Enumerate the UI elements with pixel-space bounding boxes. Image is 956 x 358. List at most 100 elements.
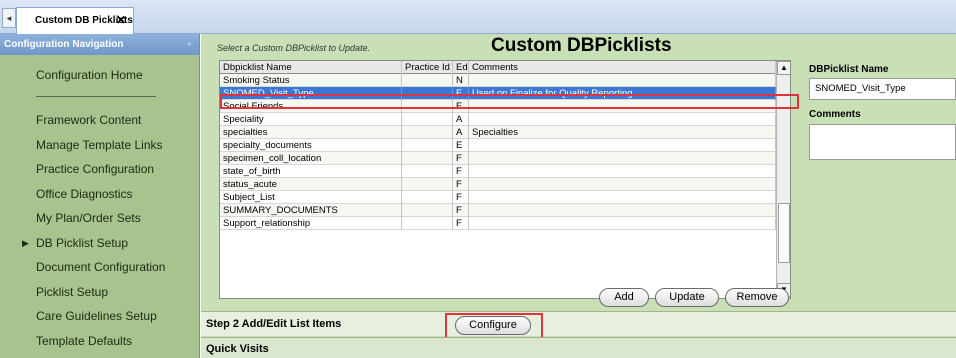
cell-practice-id	[402, 74, 453, 87]
table-row[interactable]: state_of_birth F	[220, 165, 776, 178]
cell-name: specialty_documents	[220, 139, 402, 152]
table-row[interactable]: Subject_List F	[220, 191, 776, 204]
cell-comments: Used on Finalize for Quality Reporting	[469, 87, 776, 100]
tab-custom-db-picklists[interactable]: Custom DB Picklists ✕	[16, 7, 134, 34]
close-icon[interactable]: ✕	[116, 8, 126, 33]
picklist-name-field[interactable]: SNOMED_Visit_Type	[809, 78, 956, 100]
cell-comments	[469, 217, 776, 230]
nav-item-label: Document Configuration	[36, 260, 166, 274]
table-row[interactable]: Support_relationship F	[220, 217, 776, 230]
cell-practice-id	[402, 126, 453, 139]
quick-visits-label: Quick Visits	[206, 343, 269, 355]
cell-practice-id	[402, 178, 453, 191]
column-header-practice-id[interactable]: Practice Id	[402, 61, 453, 74]
cell-name: status_acute	[220, 178, 402, 191]
cell-comments	[469, 152, 776, 165]
expand-arrow-icon: ▶	[22, 238, 29, 248]
cell-name: Support_relationship	[220, 217, 402, 230]
grid-scrollbar[interactable]: ▲ ▼	[776, 61, 790, 298]
cell-comments	[469, 139, 776, 152]
scroll-up-icon[interactable]: ▲	[777, 61, 790, 75]
column-header-edit[interactable]: Edit	[453, 61, 469, 74]
nav-item-label: Manage Template Links	[36, 138, 163, 152]
nav-item-template-defaults[interactable]: Template Defaults	[0, 330, 200, 352]
cell-edit: F	[453, 152, 469, 165]
cell-name: Speciality	[220, 113, 402, 126]
cell-name: state_of_birth	[220, 165, 402, 178]
nav-item-label: Practice Configuration	[36, 162, 155, 176]
add-button[interactable]: Add	[599, 288, 649, 307]
cell-comments	[469, 74, 776, 87]
nav-item-label: Configuration Home	[36, 68, 143, 82]
picklist-grid: Dbpicklist Name Practice Id Edit Comment…	[219, 60, 791, 299]
tab-scroll-left-icon[interactable]: ◂	[2, 8, 16, 28]
cell-edit: A	[453, 126, 469, 139]
nav-header-title: Configuration Navigation	[4, 39, 124, 50]
nav-item-document-configuration[interactable]: Document Configuration	[0, 256, 200, 278]
comments-label: Comments	[809, 109, 861, 120]
cell-edit: F	[453, 165, 469, 178]
table-row[interactable]: status_acute F	[220, 178, 776, 191]
cell-practice-id	[402, 113, 453, 126]
table-row[interactable]: specialties A Specialties	[220, 126, 776, 139]
nav-item-office-diagnostics[interactable]: Office Diagnostics	[0, 183, 200, 205]
table-row[interactable]: SUMMARY_DOCUMENTS F	[220, 204, 776, 217]
main-panel: Select a Custom DBPicklist to Update. Cu…	[201, 34, 956, 358]
column-header-comments[interactable]: Comments	[469, 61, 776, 74]
nav-item-label: My Plan/Order Sets	[36, 211, 141, 225]
cell-practice-id	[402, 165, 453, 178]
nav-item-db-picklist-setup[interactable]: ▶ DB Picklist Setup	[0, 232, 200, 254]
cell-practice-id	[402, 139, 453, 152]
table-row[interactable]: specialty_documents E	[220, 139, 776, 152]
quick-visits-bar: Quick Visits	[201, 337, 956, 358]
cell-comments	[469, 191, 776, 204]
table-row-selected[interactable]: SNOMED_Visit_Type F Used on Finalize for…	[220, 87, 776, 100]
nav-item-my-plan-order-sets[interactable]: My Plan/Order Sets	[0, 207, 200, 229]
table-row[interactable]: Social Friends F	[220, 100, 776, 113]
nav-item-care-guidelines-setup[interactable]: Care Guidelines Setup	[0, 305, 200, 327]
step2-label: Step 2 Add/Edit List Items	[206, 318, 342, 330]
cell-comments	[469, 100, 776, 113]
comments-field[interactable]	[809, 124, 956, 160]
nav-item-label: Framework Content	[36, 113, 142, 127]
nav-item-label: Picklist Setup	[36, 285, 109, 299]
update-button[interactable]: Update	[655, 288, 719, 307]
cell-practice-id	[402, 217, 453, 230]
cell-practice-id	[402, 204, 453, 217]
tab-bar: ◂ Custom DB Picklists ✕	[0, 0, 956, 34]
table-row[interactable]: Smoking Status N	[220, 74, 776, 87]
instruction-text: Select a Custom DBPicklist to Update.	[217, 43, 371, 53]
cell-edit: A	[453, 113, 469, 126]
cell-edit: E	[453, 139, 469, 152]
cell-name: Subject_List	[220, 191, 402, 204]
grid-header-row: Dbpicklist Name Practice Id Edit Comment…	[220, 61, 776, 74]
scroll-thumb[interactable]	[778, 203, 790, 263]
table-row[interactable]: Speciality A	[220, 113, 776, 126]
table-row[interactable]: specimen_coll_location F	[220, 152, 776, 165]
remove-button[interactable]: Remove	[725, 288, 789, 307]
cell-edit: N	[453, 74, 469, 87]
cell-comments	[469, 204, 776, 217]
pin-icon[interactable]: ▫	[187, 34, 191, 55]
cell-name: specialties	[220, 126, 402, 139]
nav-item-label: Template Defaults	[36, 334, 133, 348]
nav-item-manage-template-links[interactable]: Manage Template Links	[0, 134, 200, 156]
nav-item-picklist-setup[interactable]: Picklist Setup	[0, 281, 200, 303]
cell-comments: Specialties	[469, 126, 776, 139]
nav-header: Configuration Navigation ▫	[0, 34, 199, 55]
picklist-name-label: DBPicklist Name	[809, 64, 889, 75]
cell-name: Social Friends	[220, 100, 402, 113]
cell-edit: F	[453, 217, 469, 230]
nav-item-label: Care Guidelines Setup	[36, 309, 157, 323]
cell-practice-id	[402, 191, 453, 204]
page-title: Custom DBPicklists	[491, 35, 672, 56]
nav-item-practice-configuration[interactable]: Practice Configuration	[0, 158, 200, 180]
nav-item-framework-content[interactable]: Framework Content	[0, 109, 200, 131]
cell-name: specimen_coll_location	[220, 152, 402, 165]
nav-item-configuration-home[interactable]: Configuration Home	[0, 64, 200, 86]
column-header-name[interactable]: Dbpicklist Name	[220, 61, 402, 74]
nav-divider	[36, 96, 156, 97]
cell-edit: F	[453, 87, 469, 100]
cell-name: SNOMED_Visit_Type	[220, 87, 402, 100]
cell-edit: F	[453, 178, 469, 191]
